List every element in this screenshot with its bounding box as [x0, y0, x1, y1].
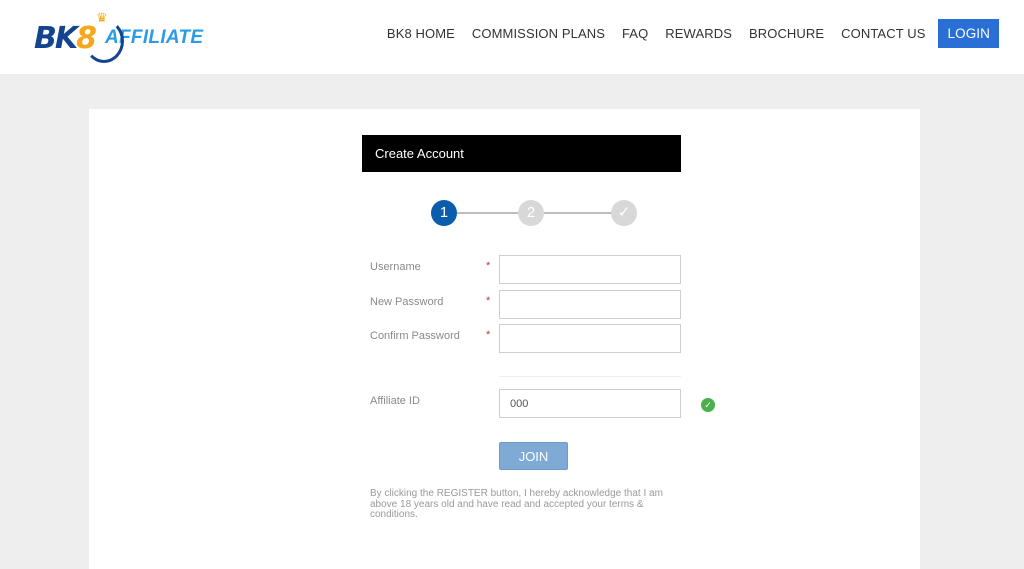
step-complete-check-icon: ✓ [611, 200, 637, 226]
required-asterisk: * [486, 329, 491, 341]
nav-contact-us[interactable]: CONTACT US [841, 26, 925, 41]
affiliate-id-input[interactable] [499, 389, 681, 418]
nav-faq[interactable]: FAQ [622, 26, 648, 41]
username-label: Username [370, 261, 421, 273]
crown-icon: ♛ [96, 10, 108, 26]
divider [499, 376, 681, 377]
step-1: 1 [431, 200, 457, 226]
bk8-affiliate-logo[interactable]: BK8 ♛ AFFILIATE [34, 11, 203, 63]
login-button[interactable]: LOGIN [938, 19, 999, 48]
logo-brand-text: BK [34, 20, 78, 56]
nav-bk8-home[interactable]: BK8 HOME [387, 26, 455, 41]
terms-notice: By clicking the REGISTER button, I hereb… [370, 488, 663, 520]
site-header: BK8 ♛ AFFILIATE BK8 HOME COMMISSION PLAN… [0, 0, 1024, 74]
required-asterisk: * [486, 295, 491, 307]
nav-brochure[interactable]: BROCHURE [749, 26, 824, 41]
create-account-title: Create Account [362, 135, 681, 172]
step-indicator: 1 2 ✓ [431, 200, 637, 226]
nav-commission-plans[interactable]: COMMISSION PLANS [472, 26, 605, 41]
check-circle-icon: ✓ [701, 398, 715, 412]
nav-rewards[interactable]: REWARDS [665, 26, 732, 41]
new-password-input[interactable] [499, 290, 681, 319]
join-button[interactable]: JOIN [499, 442, 568, 470]
step-2: 2 [518, 200, 544, 226]
logo-brand: BK8 ♛ [34, 11, 124, 63]
step-connector [457, 212, 518, 214]
required-asterisk: * [486, 260, 491, 272]
confirm-password-input[interactable] [499, 324, 681, 353]
affiliate-id-label: Affiliate ID [370, 395, 420, 407]
main-nav: BK8 HOME COMMISSION PLANS FAQ REWARDS BR… [370, 19, 999, 48]
username-input[interactable] [499, 255, 681, 284]
new-password-label: New Password [370, 296, 444, 308]
step-connector [544, 212, 611, 214]
confirm-password-label: Confirm Password [370, 330, 460, 342]
